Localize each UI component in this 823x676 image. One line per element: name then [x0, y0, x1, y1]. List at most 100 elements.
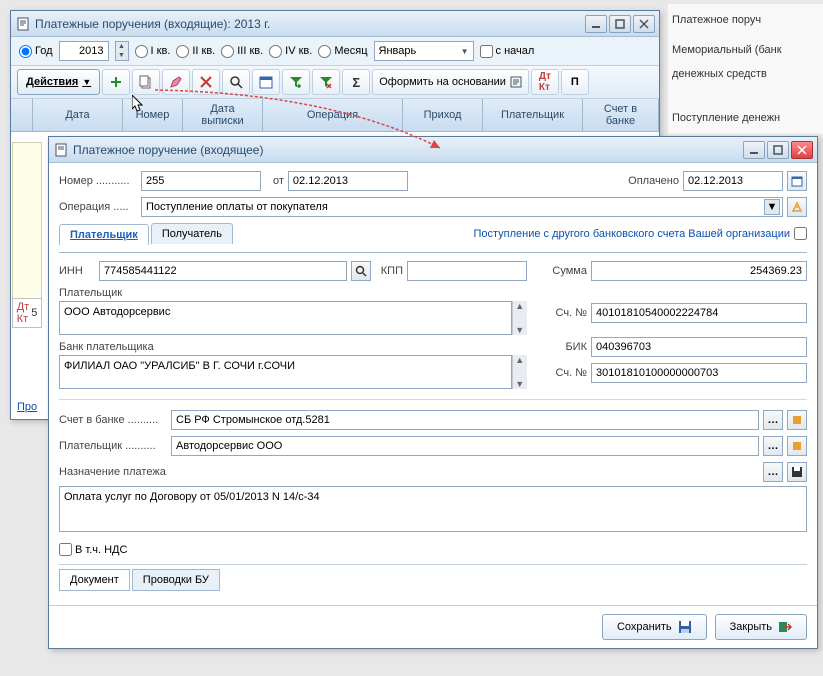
acct1-label: Сч. № — [537, 307, 587, 319]
dialog-footer: Сохранить Закрыть — [49, 605, 817, 648]
acct2-input[interactable] — [591, 363, 807, 383]
parent-title: Платежные поручения (входящие): 2013 г. — [35, 17, 585, 31]
process-basis-button[interactable]: Оформить на основании — [372, 69, 529, 95]
col-bank[interactable]: Счет в банке — [583, 99, 659, 131]
col-marker[interactable] — [11, 99, 33, 131]
col-payer[interactable]: Плательщик — [483, 99, 583, 131]
dialog-close-button[interactable] — [791, 141, 813, 159]
col-income[interactable]: Приход — [403, 99, 483, 131]
payer-scroll[interactable]: ▲▼ — [512, 301, 528, 335]
q4-radio[interactable]: IV кв. — [269, 45, 312, 58]
paid-calendar-button[interactable] — [787, 171, 807, 191]
dialog-maximize-button[interactable] — [767, 141, 789, 159]
q2-radio[interactable]: II кв. — [176, 45, 215, 58]
inn-input[interactable] — [99, 261, 347, 281]
background-panel: Платежное поруч Мемориальный (банк денеж… — [668, 4, 823, 134]
payer-textarea[interactable]: ООО Автодорсервис — [59, 301, 512, 335]
dialog-minimize-button[interactable] — [743, 141, 765, 159]
exit-icon — [778, 620, 792, 634]
document-icon — [53, 142, 69, 158]
bank-textarea[interactable]: ФИЛИАЛ ОАО "УРАЛСИБ" В Г. СОЧИ г.СОЧИ — [59, 355, 512, 389]
purpose-textarea[interactable]: Оплата услуг по Договору от 05/01/2013 N… — [59, 486, 807, 532]
tab-document[interactable]: Документ — [59, 569, 130, 591]
table-header: Дата Номер Дата выписки Операция Приход … — [11, 99, 659, 132]
operation-tool-button[interactable] — [787, 197, 807, 217]
dialog-body: Номер ........... от 02.12.2013 Оплачено… — [49, 163, 817, 599]
dtKt-button[interactable]: ДтКт — [531, 69, 559, 95]
dialog-title: Платежное поручение (входящее) — [73, 143, 743, 157]
q3-radio[interactable]: III кв. — [221, 45, 263, 58]
close-button[interactable] — [633, 15, 655, 33]
search-button[interactable] — [222, 69, 250, 95]
tab-postings[interactable]: Проводки БУ — [132, 569, 220, 591]
year-radio[interactable]: Год — [19, 45, 53, 58]
chevron-down-icon[interactable]: ▼ — [764, 199, 780, 215]
number-label: Номер ........... — [59, 175, 137, 187]
calendar-button[interactable] — [252, 69, 280, 95]
bik-input[interactable] — [591, 337, 807, 357]
operation-select[interactable]: Поступление оплаты от покупателя ▼ — [141, 197, 783, 217]
purpose-ellipsis-button[interactable]: … — [763, 462, 783, 482]
bank-acct-ellipsis-button[interactable]: … — [763, 410, 783, 430]
sum-input[interactable] — [591, 261, 807, 281]
sum-button[interactable]: Σ — [342, 69, 370, 95]
from-label: от — [273, 175, 284, 187]
bank-acct-label: Счет в банке .......... — [59, 414, 167, 426]
bank-scroll[interactable]: ▲▼ — [512, 355, 528, 389]
maximize-button[interactable] — [609, 15, 631, 33]
year-spinner[interactable]: ▲▼ — [115, 41, 129, 61]
actions-button[interactable]: Действия▼ — [17, 69, 100, 95]
bik-label: БИК — [537, 341, 587, 353]
bank-acct-input[interactable] — [171, 410, 759, 430]
paid-date-input[interactable]: 02.12.2013 — [683, 171, 783, 191]
filter-remove-button[interactable] — [312, 69, 340, 95]
col-number[interactable]: Номер — [123, 99, 183, 131]
purpose-label: Назначение платежа — [59, 466, 763, 478]
acct2-label: Сч. № — [537, 367, 587, 379]
col-operation[interactable]: Операция — [263, 99, 403, 131]
paid-label: Оплачено — [628, 175, 679, 187]
bg-text-2: Мемориальный (банк — [672, 38, 819, 62]
save-icon — [678, 620, 692, 634]
month-select[interactable]: Январь▼ — [374, 41, 474, 61]
parent-titlebar: Платежные поручения (входящие): 2013 г. — [11, 11, 659, 37]
save-button[interactable]: Сохранить — [602, 614, 707, 640]
number-input[interactable] — [141, 171, 261, 191]
copy-button[interactable] — [132, 69, 160, 95]
col-extract[interactable]: Дата выписки — [183, 99, 263, 131]
q1-radio[interactable]: I кв. — [135, 45, 171, 58]
cancel-button[interactable]: Закрыть — [715, 614, 807, 640]
delete-button[interactable] — [192, 69, 220, 95]
from-date-input[interactable]: 02.12.2013 — [288, 171, 408, 191]
vat-checkbox[interactable]: В т.ч. НДС — [59, 543, 807, 556]
month-radio[interactable]: Месяц — [318, 45, 367, 58]
bottom-link[interactable]: Про — [17, 401, 37, 413]
minimize-button[interactable] — [585, 15, 607, 33]
payer2-input[interactable] — [171, 436, 759, 456]
dialog-titlebar: Платежное поручение (входящее) — [49, 137, 817, 163]
bank-field-label: Банк плательщика — [59, 341, 527, 353]
acct1-input[interactable] — [591, 303, 807, 323]
payer2-info-button[interactable] — [787, 436, 807, 456]
other-account-label: Поступление с другого банковского счета … — [235, 228, 790, 240]
bank-acct-info-button[interactable] — [787, 410, 807, 430]
payer2-label: Плательщик .......... — [59, 440, 167, 452]
edit-button[interactable] — [162, 69, 190, 95]
filter-add-button[interactable] — [282, 69, 310, 95]
document-icon — [15, 16, 31, 32]
kpp-input[interactable] — [407, 261, 527, 281]
year-input[interactable] — [59, 41, 109, 61]
from-start-checkbox[interactable]: с начал — [480, 45, 535, 58]
inn-search-button[interactable] — [351, 261, 371, 281]
dtKt-marker: ДтКт5 — [12, 298, 42, 328]
col-date[interactable]: Дата — [33, 99, 123, 131]
side-strip — [12, 142, 42, 312]
purpose-save-button[interactable] — [787, 462, 807, 482]
tab-payer[interactable]: Плательщик — [59, 224, 149, 245]
add-button[interactable] — [102, 69, 130, 95]
payer2-ellipsis-button[interactable]: … — [763, 436, 783, 456]
other-account-checkbox[interactable] — [794, 227, 807, 240]
period-filter-row: Год ▲▼ I кв. II кв. III кв. IV кв. Месяц… — [11, 37, 659, 66]
tab-recipient[interactable]: Получатель — [151, 223, 233, 244]
more-button[interactable]: П — [561, 69, 589, 95]
